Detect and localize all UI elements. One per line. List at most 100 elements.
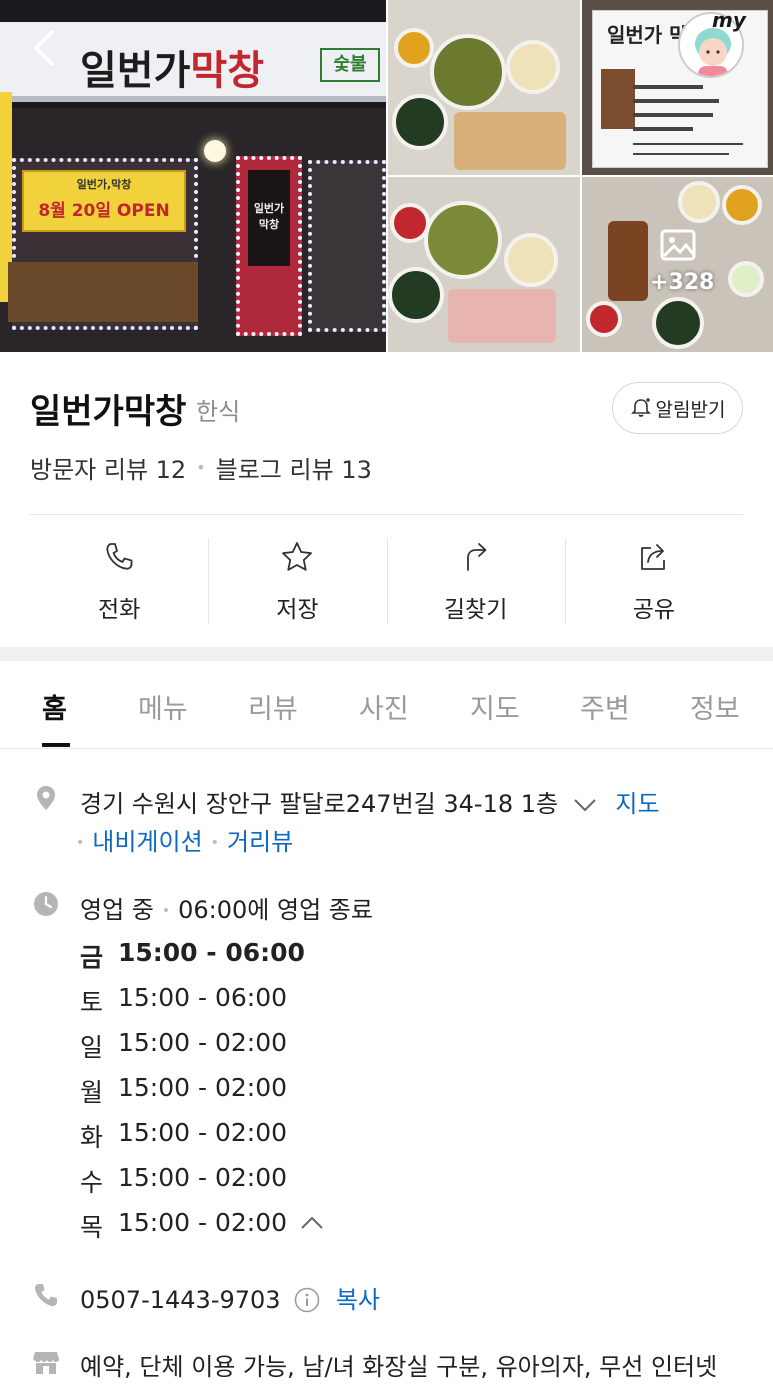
save-label: 저장 bbox=[276, 597, 319, 623]
food-photo-1[interactable] bbox=[388, 0, 580, 175]
address-row: 경기 수원시 장안구 팔달로247번길 34-18 1층 지도 bbox=[80, 784, 660, 819]
hours-row: 일 15:00 - 02:00 bbox=[80, 1028, 480, 1073]
tab-nearby[interactable]: 주변 bbox=[580, 687, 630, 726]
hours-day: 화 bbox=[80, 1123, 104, 1152]
alarm-button-label: 알림받기 bbox=[655, 398, 726, 421]
business-hours-list: 금 15:00 - 06:00 토 15:00 - 06:00 일 15:00 … bbox=[80, 938, 480, 1253]
hours-day: 수 bbox=[80, 1168, 104, 1197]
photo-count-icon bbox=[660, 229, 696, 261]
separator-dot: • bbox=[76, 835, 85, 851]
hours-row: 화 15:00 - 02:00 bbox=[80, 1118, 480, 1163]
sauce-dish bbox=[722, 185, 762, 225]
side-dish-plate bbox=[430, 34, 506, 110]
address-expand-button[interactable] bbox=[566, 790, 606, 818]
banner-line-2: 8월 20일 OPEN bbox=[38, 201, 170, 221]
map-link[interactable]: 지도 bbox=[615, 790, 659, 818]
window-food-display bbox=[8, 262, 198, 322]
tab-photos[interactable]: 사진 bbox=[359, 687, 409, 726]
opening-banner: 일번가,막창 8월 20일 OPEN bbox=[22, 170, 186, 232]
clock-icon bbox=[34, 892, 58, 916]
share-button[interactable]: 공유 bbox=[564, 538, 743, 626]
salad-plate bbox=[678, 181, 720, 223]
store-window-right bbox=[308, 160, 386, 332]
chevron-down-icon bbox=[574, 799, 596, 812]
share-icon bbox=[640, 544, 665, 570]
address-text: 경기 수원시 장안구 팔달로247번길 34-18 1층 bbox=[80, 790, 559, 818]
divider bbox=[30, 514, 743, 515]
photo-count[interactable]: +328 bbox=[650, 270, 714, 295]
navigation-link[interactable]: 내비게이션 bbox=[92, 828, 202, 856]
review-summary: 방문자 리뷰 12 • 블로그 리뷰 13 bbox=[30, 450, 372, 485]
chevron-left-icon bbox=[34, 30, 54, 66]
food-photo-3[interactable]: +328 bbox=[582, 177, 773, 352]
phone-row: 0507-1443-9703 복사 bbox=[80, 1280, 380, 1315]
hours-time: 15:00 - 02:00 bbox=[118, 1028, 288, 1057]
hours-row: 수 15:00 - 02:00 bbox=[80, 1163, 480, 1208]
seaweed-plate bbox=[388, 267, 444, 323]
hours-time: 15:00 - 02:00 bbox=[118, 1118, 288, 1147]
separator-dot: • bbox=[196, 458, 206, 477]
store-icon bbox=[33, 1352, 59, 1374]
tab-map[interactable]: 지도 bbox=[470, 687, 520, 726]
directions-label: 길찾기 bbox=[443, 597, 508, 623]
bell-plus-icon bbox=[630, 398, 651, 417]
back-button[interactable] bbox=[30, 28, 58, 68]
alarm-button[interactable]: 알림받기 bbox=[612, 382, 743, 434]
hours-time: 15:00 - 06:00 bbox=[118, 938, 305, 967]
phone-number[interactable]: 0507-1443-9703 bbox=[80, 1286, 281, 1314]
separator-dot: • bbox=[210, 835, 219, 851]
sign-tag: 숯불 bbox=[320, 48, 380, 82]
directions-button[interactable]: 길찾기 bbox=[386, 538, 565, 626]
active-tab-indicator bbox=[42, 743, 70, 747]
hours-day: 일 bbox=[80, 1033, 104, 1062]
food-photo-2[interactable] bbox=[388, 177, 580, 352]
pork-belly-tray bbox=[448, 289, 556, 343]
tab-info[interactable]: 정보 bbox=[690, 687, 740, 726]
hours-time: 15:00 - 06:00 bbox=[118, 983, 288, 1012]
hours-time: 15:00 - 02:00 bbox=[118, 1208, 288, 1237]
door-sign: 일번가 막창 bbox=[248, 170, 290, 266]
separator-dot: • bbox=[161, 903, 171, 919]
store-door: 일번가 막창 bbox=[236, 156, 302, 336]
call-label: 전화 bbox=[97, 597, 141, 623]
hours-time: 15:00 - 02:00 bbox=[118, 1163, 288, 1192]
seaweed-plate bbox=[392, 94, 448, 150]
business-status-row: 영업 중 • 06:00에 영업 종료 bbox=[80, 890, 373, 925]
sauce-dish bbox=[394, 28, 434, 68]
phone-icon bbox=[34, 1284, 57, 1307]
store-category: 한식 bbox=[196, 398, 241, 426]
tab-bar: 홈 메뉴 리뷰 사진 지도 주변 정보 bbox=[0, 661, 773, 749]
hours-row: 금 15:00 - 06:00 bbox=[80, 938, 480, 983]
tab-menu[interactable]: 메뉴 bbox=[138, 687, 188, 726]
blog-review-link[interactable]: 블로그 리뷰 13 bbox=[216, 450, 372, 485]
phone-info-button[interactable] bbox=[288, 1286, 336, 1314]
tab-reviews[interactable]: 리뷰 bbox=[248, 687, 298, 726]
street-view-link[interactable]: 거리뷰 bbox=[227, 828, 293, 856]
store-title-row: 일번가막창 한식 알림받기 bbox=[30, 380, 743, 436]
copy-phone-button[interactable]: 복사 bbox=[336, 1286, 380, 1314]
photo-gallery: 일번가막창 숯불 일번가,막창 8월 20일 OPEN 일번가 막창 일번가 막… bbox=[0, 0, 773, 352]
business-status: 영업 중 bbox=[80, 896, 154, 924]
directions-icon bbox=[466, 543, 487, 571]
hours-row: 목 15:00 - 02:00 bbox=[80, 1208, 480, 1253]
address-links-row: • 내비게이션 • 거리뷰 bbox=[76, 822, 293, 857]
amenities-text: 예약, 단체 이용 가능, 남/녀 화장실 구분, 유아의자, 무선 인터넷 bbox=[80, 1353, 718, 1381]
my-label: my bbox=[712, 8, 746, 32]
hours-day: 금 bbox=[80, 943, 104, 972]
phone-icon bbox=[106, 543, 133, 570]
sign-text-right: 막창 bbox=[190, 48, 265, 94]
share-label: 공유 bbox=[632, 597, 676, 623]
star-icon bbox=[282, 542, 313, 571]
lamp bbox=[204, 140, 226, 162]
banner-line-1: 일번가,막창 bbox=[76, 178, 132, 191]
save-button[interactable]: 저장 bbox=[208, 538, 386, 626]
meat-tray bbox=[454, 112, 566, 170]
hours-collapse-button[interactable] bbox=[299, 1208, 325, 1253]
visitor-review-link[interactable]: 방문자 리뷰 12 bbox=[30, 450, 186, 485]
call-button[interactable]: 전화 bbox=[30, 538, 208, 626]
sauce-dish bbox=[586, 301, 622, 337]
chevron-up-icon bbox=[301, 1216, 323, 1229]
hours-time: 15:00 - 02:00 bbox=[118, 1073, 288, 1102]
salad-plate bbox=[504, 233, 558, 287]
tab-home[interactable]: 홈 bbox=[42, 687, 67, 726]
